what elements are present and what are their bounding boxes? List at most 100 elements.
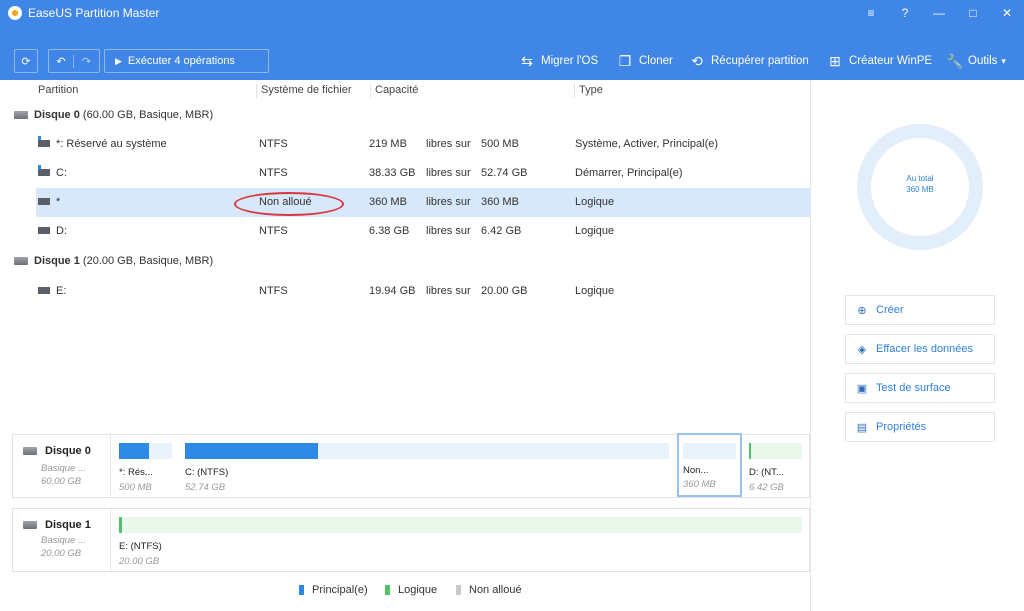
clone-icon: ❐: [618, 52, 632, 69]
total-size-cell: 360 MB: [481, 196, 519, 208]
type-cell: Logique: [575, 285, 615, 297]
disk-map-1-name-wrap: Disque 1: [23, 519, 91, 531]
total-size-cell: 20.00 GB: [481, 285, 528, 297]
total-size-cell: 52.74 GB: [481, 167, 528, 179]
segment-used-fill: [119, 517, 122, 533]
winpe-creator-button[interactable]: ⊞ Créateur WinPE: [827, 52, 932, 70]
clone-label: Cloner: [639, 55, 673, 67]
disk-row-1[interactable]: Disque 1 (20.00 GB, Basique, MBR): [0, 247, 810, 276]
clone-button[interactable]: ❐ Cloner: [617, 52, 673, 70]
panel-divider: [810, 80, 811, 611]
segment-bar: [683, 443, 736, 459]
type-cell: Logique: [575, 225, 615, 237]
migrate-icon: ⇆: [521, 52, 533, 69]
disk-map-0-label[interactable]: Disque 0 Basique ... 60.00 GB: [13, 435, 111, 497]
total-size-cell: 500 MB: [481, 138, 519, 150]
segment-unallocated-selected[interactable]: Non... 360 MB: [677, 433, 742, 497]
disk-map-1-name: Disque 1: [45, 519, 91, 531]
column-header-type[interactable]: Type: [574, 84, 603, 98]
total-label: Au total: [906, 174, 934, 183]
free-of-label: libres sur: [426, 167, 471, 179]
disk-1-title: Disque 1 (20.00 GB, Basique, MBR): [14, 255, 213, 267]
partition-name: *: [56, 196, 61, 208]
create-button[interactable]: ⊕ Créer: [845, 295, 995, 325]
partition-name: D:: [56, 225, 67, 237]
disk-1-info: (20.00 GB, Basique, MBR): [82, 255, 214, 267]
recover-partition-button[interactable]: ⟲ Récupérer partition: [689, 52, 809, 70]
table-row[interactable]: C: NTFS 38.33 GB libres sur 52.74 GB Dém…: [0, 159, 810, 188]
disk-icon: [23, 521, 37, 529]
window-title: EaseUS Partition Master: [28, 6, 160, 20]
table-row-selected[interactable]: * Non alloué 360 MB libres sur 360 MB Lo…: [36, 188, 810, 217]
wipe-data-button[interactable]: ◈ Effacer les données: [845, 334, 995, 364]
total-size-cell: 6.42 GB: [481, 225, 522, 237]
disk-row-0[interactable]: Disque 0 (60.00 GB, Basique, MBR): [0, 101, 810, 130]
partition-name-cell: *: Réservé au système: [38, 136, 167, 150]
segment-c[interactable]: C: (NTFS) 52.74 GB: [185, 443, 669, 495]
disk-icon: [14, 111, 28, 119]
close-icon[interactable]: ✕: [990, 0, 1024, 26]
legend-unallocated-label: Non alloué: [469, 584, 522, 596]
execute-operations-label: Exécuter 4 opérations: [127, 55, 235, 67]
filesystem-cell: NTFS: [259, 285, 288, 297]
window-controls: ≡ ? — □ ✕: [854, 0, 1024, 26]
disk-map-1-kind: Basique ...: [41, 535, 86, 546]
disk-map-0-size: 60.00 GB: [41, 476, 82, 487]
surface-test-label: Test de surface: [876, 382, 951, 394]
disk-map-1-label[interactable]: Disque 1 Basique ... 20.00 GB: [13, 509, 111, 571]
properties-icon: ▤: [856, 421, 868, 434]
segment-bar: [749, 443, 802, 459]
tools-label: Outils: [968, 55, 998, 67]
partition-name: *: Réservé au système: [56, 138, 167, 150]
partition-icon: [38, 227, 50, 234]
tools-button[interactable]: 🔧 Outils ▾: [946, 52, 1006, 70]
segment-e[interactable]: E: (NTFS) 20.00 GB: [119, 517, 802, 569]
disk-0-name: Disque 0: [34, 109, 80, 121]
filesystem-cell: NTFS: [259, 167, 288, 179]
plus-circle-icon: ⊕: [857, 304, 867, 317]
system-partition-icon: [38, 136, 50, 147]
column-header-partition[interactable]: Partition: [34, 84, 78, 98]
free-space-cell: 219 MB: [369, 138, 407, 150]
refresh-button[interactable]: ⟳: [14, 49, 38, 73]
table-row[interactable]: *: Réservé au système NTFS 219 MB libres…: [0, 130, 810, 159]
redo-icon[interactable]: ↷: [74, 55, 99, 68]
segment-label: D: (NT...: [749, 467, 784, 478]
help-icon[interactable]: ?: [888, 0, 922, 26]
boot-partition-icon: [38, 165, 50, 176]
disk-map-0-name-wrap: Disque 0: [23, 445, 91, 457]
disk-map-1-size: 20.00 GB: [41, 548, 82, 559]
undo-icon[interactable]: ↶: [49, 54, 75, 68]
migrate-os-button[interactable]: ⇆ Migrer l'OS: [519, 52, 598, 70]
menu-icon[interactable]: ≡: [854, 0, 888, 26]
disk-map-1: Disque 1 Basique ... 20.00 GB E: (NTFS) …: [12, 508, 810, 572]
maximize-icon[interactable]: □: [956, 0, 990, 26]
free-of-label: libres sur: [426, 285, 471, 297]
properties-button[interactable]: ▤ Propriétés: [845, 412, 995, 442]
execute-operations-button[interactable]: ▶ Exécuter 4 opérations: [104, 49, 269, 73]
minimize-icon[interactable]: —: [922, 0, 956, 26]
filesystem-cell: NTFS: [259, 138, 288, 150]
surface-test-button[interactable]: ▣ Test de surface: [845, 373, 995, 403]
partition-table-header: Partition Système de fichier Capacité Ty…: [0, 80, 810, 102]
free-of-label: libres sur: [426, 138, 471, 150]
partition-name-cell: E:: [38, 285, 66, 297]
segment-used-fill: [185, 443, 318, 459]
segment-system-reserved[interactable]: *: Rés... 500 MB: [119, 443, 172, 495]
legend-logical-label: Logique: [398, 584, 438, 596]
surface-test-icon: ▣: [856, 382, 868, 395]
disk-map-0: Disque 0 Basique ... 60.00 GB *: Rés... …: [12, 433, 810, 498]
column-header-capacity[interactable]: Capacité: [370, 84, 418, 98]
wrench-icon: 🔧: [946, 52, 964, 69]
table-row[interactable]: E: NTFS 19.94 GB libres sur 20.00 GB Log…: [0, 277, 810, 306]
table-row[interactable]: D: NTFS 6.38 GB libres sur 6.42 GB Logiq…: [0, 217, 810, 246]
segment-used-fill: [119, 443, 149, 459]
partition-name-cell: D:: [38, 225, 67, 237]
column-header-filesystem[interactable]: Système de fichier: [256, 84, 351, 98]
app-logo-icon: [8, 6, 22, 20]
free-of-label: libres sur: [426, 196, 471, 208]
recover-icon: ⟲: [691, 52, 703, 69]
logical-swatch-icon: [385, 585, 390, 595]
segment-d[interactable]: D: (NT... 6.42 GB: [749, 443, 802, 495]
segment-label: *: Rés...: [119, 467, 153, 478]
